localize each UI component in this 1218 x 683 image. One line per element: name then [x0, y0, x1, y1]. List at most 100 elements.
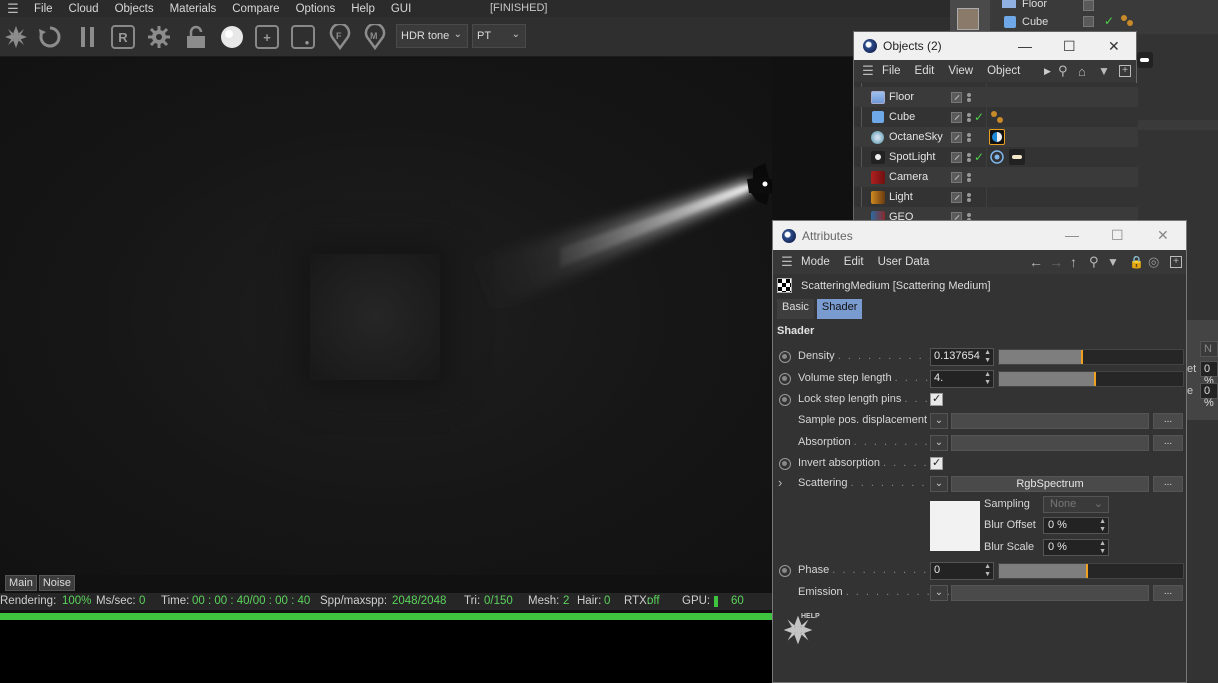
menu-objects[interactable]: Objects	[107, 3, 162, 15]
minimize-icon[interactable]: —	[1018, 38, 1032, 54]
density-pin[interactable]	[1080, 350, 1083, 364]
emission-link[interactable]	[951, 585, 1149, 601]
new-panel-icon[interactable]: +	[1170, 256, 1182, 268]
render-dots-icon[interactable]	[967, 192, 973, 203]
menu-materials[interactable]: Materials	[162, 3, 225, 15]
emission-more-button[interactable]: ...	[1153, 585, 1183, 601]
scattering-color-preview[interactable]	[930, 501, 980, 551]
list-item[interactable]: OctaneSky	[854, 127, 1138, 147]
kernel-dropdown[interactable]: PT ⌄	[472, 24, 526, 48]
density-slider[interactable]	[998, 349, 1184, 365]
objects-menu-edit[interactable]: Edit	[915, 65, 943, 77]
objects-menu-object[interactable]: Object	[987, 65, 1028, 77]
list-item[interactable]: Camera	[854, 167, 1138, 187]
menu-more-arrow-icon[interactable]: ▶	[1044, 66, 1051, 77]
visibility-toggle[interactable]	[951, 151, 962, 163]
material-tag-icon[interactable]	[989, 109, 1005, 125]
render-dots-icon[interactable]	[967, 92, 973, 103]
stepper-icon[interactable]: ▲ ▼	[984, 349, 991, 365]
edge-dropdown[interactable]: N	[1200, 341, 1218, 357]
edge-field[interactable]: 0 %	[1200, 361, 1218, 387]
menu-compare[interactable]: Compare	[224, 3, 287, 15]
expand-arrow-icon[interactable]: ›	[778, 475, 782, 490]
volume-step-pin[interactable]	[1093, 372, 1096, 386]
phase-field[interactable]: 0 ▲ ▼	[930, 562, 994, 580]
scattering-more-button[interactable]: ...	[1153, 476, 1183, 492]
scattering-link[interactable]: RgbSpectrum	[951, 476, 1149, 492]
lock-icon[interactable]	[183, 24, 209, 50]
light-tag-icon[interactable]	[1009, 149, 1025, 165]
menu-file[interactable]: File	[26, 3, 61, 15]
filter-icon[interactable]: ▼	[1098, 64, 1110, 78]
octane-logo-icon[interactable]	[3, 24, 29, 50]
environment-tag-icon[interactable]	[989, 129, 1005, 145]
hamburger-menu-icon[interactable]: ☰	[773, 254, 801, 270]
lock-icon[interactable]: 🔒	[1129, 255, 1144, 269]
stepper-icon[interactable]: ▲ ▼	[984, 371, 991, 387]
chevron-down-icon[interactable]: ⌄	[930, 476, 948, 492]
visibility-toggle[interactable]	[951, 131, 962, 143]
attributes-menu-mode[interactable]: Mode	[801, 256, 838, 268]
volume-step-slider[interactable]	[998, 371, 1184, 387]
hamburger-menu-icon[interactable]: ☰	[0, 1, 26, 17]
region-render-icon[interactable]: R	[111, 25, 135, 49]
stepper-icon[interactable]: ▲ ▼	[1099, 540, 1106, 556]
material-picker-icon[interactable]: M	[362, 24, 388, 50]
scattering-tag-icon[interactable]	[989, 149, 1005, 165]
film-region-icon[interactable]: ●	[291, 25, 315, 49]
sample-disp-link[interactable]	[951, 413, 1149, 429]
animate-radio-icon[interactable]	[779, 394, 791, 406]
tab-shader[interactable]: Shader	[816, 299, 863, 319]
hamburger-menu-icon[interactable]: ☰	[854, 63, 882, 79]
menu-help[interactable]: Help	[343, 3, 383, 15]
filter-icon[interactable]: ▼	[1107, 255, 1119, 269]
focus-picker-icon[interactable]: F	[327, 24, 353, 50]
visibility-toggle[interactable]	[1083, 16, 1094, 27]
home-icon[interactable]: ⌂	[1078, 64, 1086, 79]
animate-radio-icon[interactable]	[779, 565, 791, 577]
pause-icon[interactable]	[75, 24, 101, 50]
add-region-icon[interactable]: +	[255, 25, 279, 49]
sampling-dropdown[interactable]: None ⌄	[1043, 496, 1109, 513]
material-ball-icon[interactable]	[219, 24, 245, 50]
visibility-toggle[interactable]	[951, 171, 962, 183]
new-view-icon[interactable]: +	[1119, 65, 1131, 77]
sample-disp-more-button[interactable]: ...	[1153, 413, 1183, 429]
material-tag-icon[interactable]	[1120, 14, 1134, 28]
animate-radio-icon[interactable]	[779, 351, 791, 363]
render-dots-icon[interactable]	[967, 132, 973, 143]
minimize-icon[interactable]: —	[1065, 227, 1079, 243]
restart-icon[interactable]	[37, 24, 63, 50]
render-dots-icon[interactable]	[967, 172, 973, 183]
menu-gui[interactable]: GUI	[383, 3, 419, 15]
chevron-down-icon[interactable]: ⌄	[930, 413, 948, 429]
close-icon[interactable]: ✕	[1108, 38, 1120, 55]
edge-field[interactable]: 0 %	[1200, 383, 1218, 409]
tone-mode-dropdown[interactable]: HDR tone ⌄	[396, 24, 468, 48]
lock-pins-checkbox[interactable]	[930, 392, 943, 406]
phase-slider[interactable]	[998, 563, 1184, 579]
invert-absorption-checkbox[interactable]	[930, 456, 943, 470]
tab-main[interactable]: Main	[5, 575, 37, 591]
list-item[interactable]: Floor	[854, 87, 1138, 107]
settings-gear-icon[interactable]	[146, 24, 172, 50]
back-arrow-icon[interactable]: ←	[1029, 254, 1043, 270]
up-arrow-icon[interactable]: ↑	[1070, 254, 1077, 270]
chevron-down-icon[interactable]: ⌄	[930, 435, 948, 451]
animate-radio-icon[interactable]	[779, 458, 791, 470]
visibility-toggle[interactable]	[951, 91, 962, 103]
volume-step-field[interactable]: 4. ▲ ▼	[930, 370, 994, 388]
tab-basic[interactable]: Basic	[777, 299, 814, 319]
close-icon[interactable]: ✕	[1157, 227, 1169, 244]
maximize-icon[interactable]: ☐	[1063, 38, 1076, 55]
list-item[interactable]: Cube ✓	[854, 107, 1138, 127]
search-icon[interactable]: ⚲	[1089, 254, 1099, 270]
search-icon[interactable]: ⚲	[1058, 63, 1068, 79]
animate-radio-icon[interactable]	[779, 373, 791, 385]
visibility-toggle[interactable]	[951, 191, 962, 203]
phase-pin[interactable]	[1086, 564, 1089, 578]
forward-arrow-icon[interactable]: →	[1049, 254, 1063, 270]
tab-noise[interactable]: Noise	[38, 575, 75, 591]
blur-offset-field[interactable]: 0 % ▲ ▼	[1043, 517, 1109, 534]
render-viewport[interactable]	[0, 58, 772, 575]
